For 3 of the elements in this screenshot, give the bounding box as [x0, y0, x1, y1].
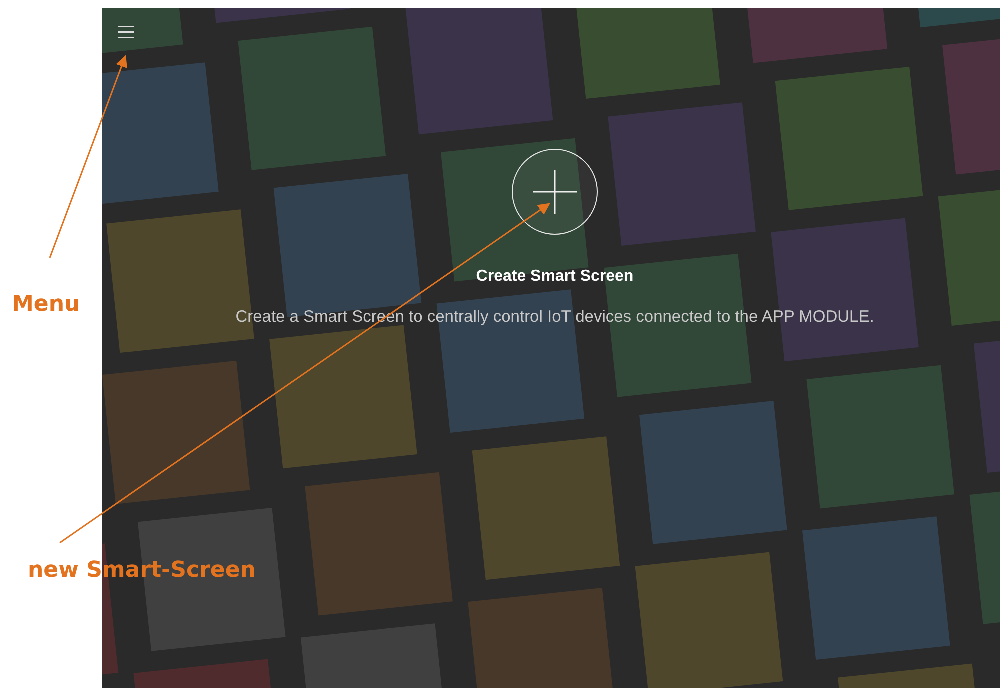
plus-icon	[533, 170, 577, 214]
create-smart-screen-title: Create Smart Screen	[476, 268, 634, 286]
annotation-label: Menu	[12, 292, 80, 317]
